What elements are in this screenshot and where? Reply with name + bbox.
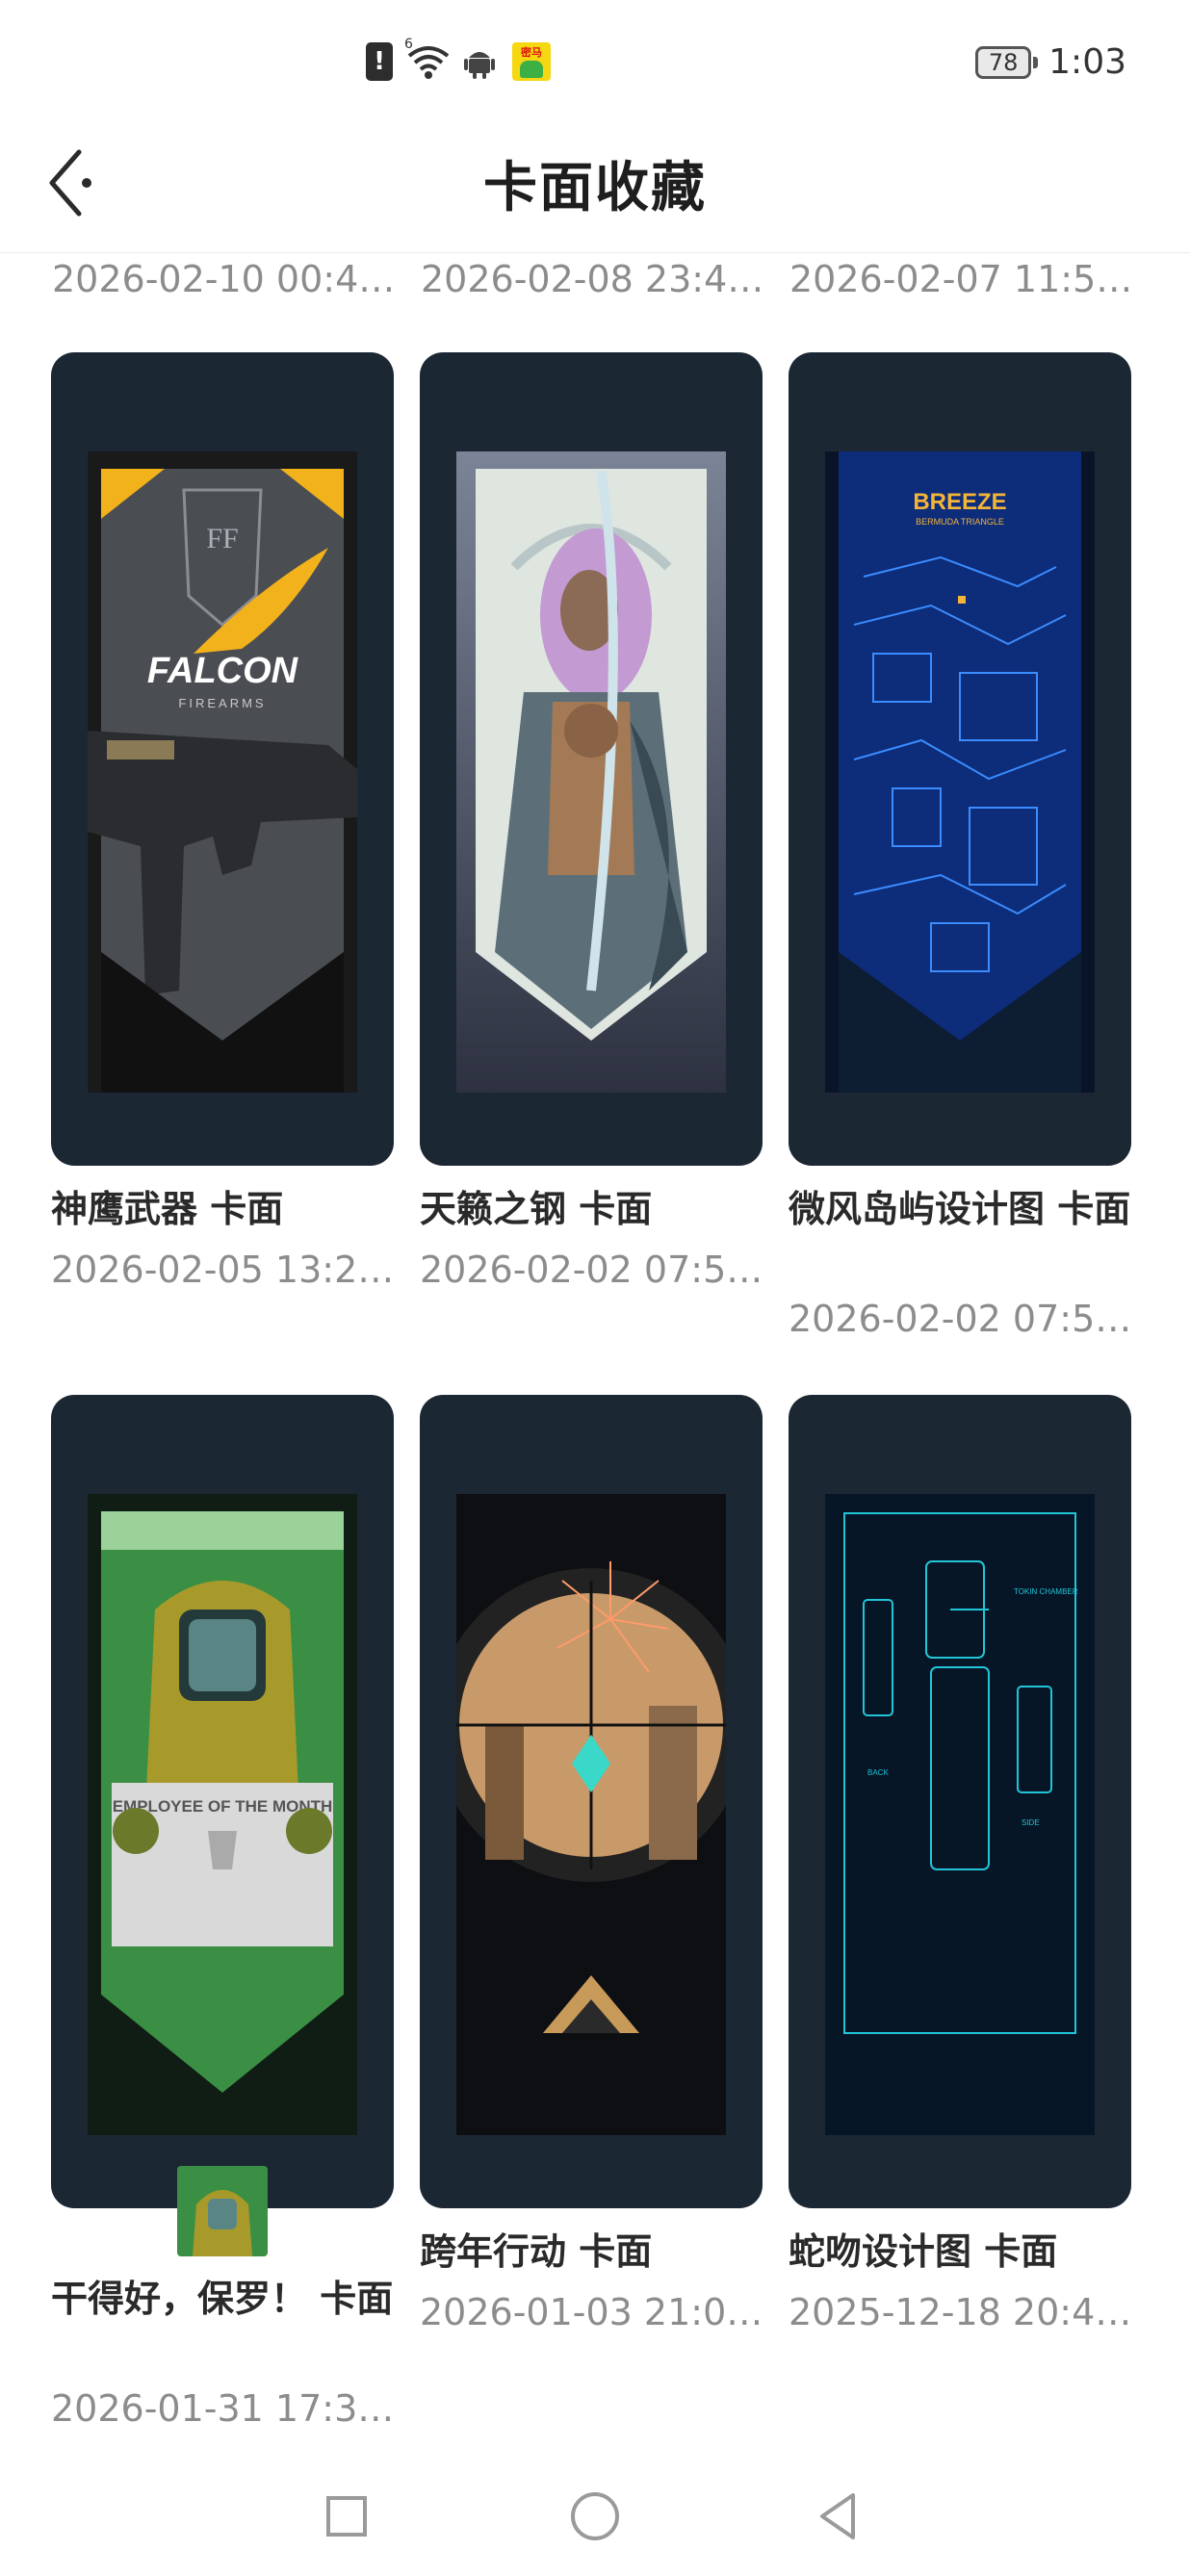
- card-date: 2026-01-03 21:05:…: [420, 2291, 766, 2333]
- card-title: 蛇吻设计图 卡面: [789, 2230, 1058, 2273]
- card-employee[interactable]: EMPLOYEE OF THE MONTH: [51, 1395, 394, 2208]
- sim-alert-icon: !: [366, 42, 393, 81]
- status-bar: ! 6 密马 78 1:03: [0, 0, 1190, 116]
- card-art-falcon: FF FALCON FIREARMS: [88, 451, 357, 1093]
- app-notification-icon: 密马: [512, 42, 551, 81]
- falcon-monogram: FF: [206, 523, 238, 554]
- wifi-generation-label: 6: [404, 37, 413, 52]
- card-art-elf: [456, 451, 726, 1093]
- card-date: 2026-02-07 11:59:…: [789, 258, 1136, 300]
- player-card-avatar: [177, 2166, 268, 2256]
- clock: 1:03: [1048, 42, 1126, 82]
- card-title: 微风岛屿设计图 卡面: [789, 1188, 1131, 1230]
- page-title: 卡面收藏: [483, 157, 707, 219]
- card-date: 2025-12-18 20:49:…: [789, 2291, 1135, 2333]
- status-icons: ! 6 密马: [366, 37, 551, 81]
- card-date: 2026-02-02 07:58:…: [420, 1249, 766, 1291]
- wifi-icon: 6: [404, 37, 451, 81]
- card-date: 2026-02-08 23:46:…: [421, 258, 767, 300]
- blueprint-label: SIDE: [1022, 1818, 1040, 1827]
- card-title: 跨年行动 卡面: [420, 2230, 653, 2273]
- card-blueprint[interactable]: TOKIN CHAMBER BACK SIDE: [789, 1395, 1131, 2208]
- card-art-employee: EMPLOYEE OF THE MONTH: [88, 1494, 357, 2135]
- status-right: 78 1:03: [975, 42, 1126, 82]
- blueprint-label: TOKIN CHAMBER: [1014, 1587, 1078, 1596]
- battery-level: 78: [988, 48, 1019, 76]
- falcon-brand: FALCON: [147, 651, 299, 691]
- card-date: 2026-02-05 13:21:…: [51, 1249, 398, 1291]
- card-title: 天籁之钢 卡面: [420, 1188, 653, 1230]
- home-circle-icon[interactable]: [566, 2487, 624, 2545]
- card-elf[interactable]: [420, 352, 763, 1166]
- breeze-title: BREEZE: [913, 489, 1006, 515]
- back-triangle-icon[interactable]: [811, 2487, 868, 2545]
- card-title: 神鹰武器 卡面: [51, 1188, 284, 1230]
- card-breeze[interactable]: BREEZE BERMUDA TRIANGLE: [789, 352, 1131, 1166]
- app-badge-text: 密马: [521, 46, 542, 59]
- card-date: 2026-01-31 17:30:…: [51, 2387, 398, 2430]
- breeze-sub: BERMUDA TRIANGLE: [916, 517, 1004, 527]
- card-art-scope: [456, 1494, 726, 2135]
- card-title: 干得好，保罗！ 卡面: [51, 2278, 394, 2320]
- card-date: 2026-02-02 07:58:…: [789, 1298, 1135, 1340]
- card-date: 2026-02-10 00:42:…: [52, 258, 399, 300]
- battery-icon: 78: [975, 45, 1039, 79]
- card-scope[interactable]: [420, 1395, 763, 2208]
- card-art-breeze: BREEZE BERMUDA TRIANGLE: [825, 451, 1095, 1093]
- card-art-blueprint: TOKIN CHAMBER BACK SIDE: [825, 1494, 1095, 2135]
- recents-square-icon[interactable]: [318, 2487, 375, 2545]
- falcon-sub: FIREARMS: [178, 696, 266, 710]
- system-nav-bar: [0, 2464, 1190, 2576]
- header: 卡面收藏: [0, 116, 1190, 253]
- card-falcon[interactable]: FF FALCON FIREARMS: [51, 352, 394, 1166]
- android-icon: [464, 44, 499, 79]
- blueprint-label: BACK: [867, 1768, 889, 1777]
